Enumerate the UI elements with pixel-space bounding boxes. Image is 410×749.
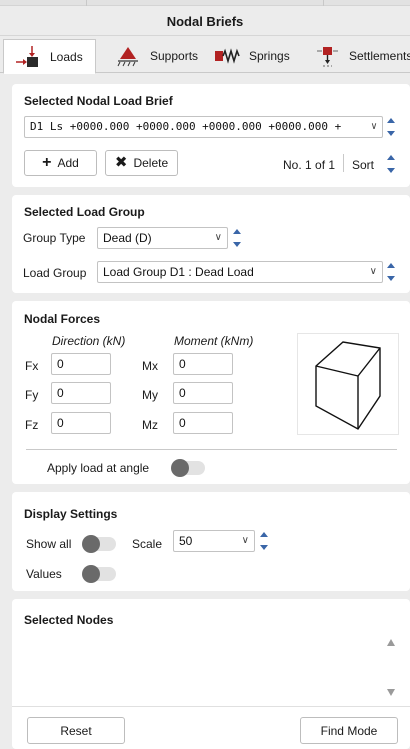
nodal-load-brief-value: D1 Ls +0000.000 +0000.000 +0000.000 +000… bbox=[30, 120, 342, 133]
tab-springs-label: Springs bbox=[249, 49, 290, 63]
add-button-label: Add bbox=[57, 156, 79, 170]
scale-value: 50 bbox=[179, 534, 193, 548]
mx-input[interactable]: 0 bbox=[173, 353, 233, 375]
fy-input[interactable]: 0 bbox=[51, 382, 111, 404]
cube-preview bbox=[297, 333, 399, 435]
values-label: Values bbox=[26, 567, 62, 581]
scale-label: Scale bbox=[132, 537, 163, 551]
find-mode-button[interactable]: Find Mode bbox=[300, 717, 398, 744]
my-value: 0 bbox=[179, 386, 186, 400]
mx-value: 0 bbox=[179, 357, 186, 371]
tab-supports-label: Supports bbox=[150, 49, 199, 63]
support-triangle-icon bbox=[114, 44, 142, 68]
mz-label: Mz bbox=[142, 418, 158, 432]
add-button[interactable]: + Add bbox=[24, 150, 97, 176]
load-group-title: Selected Load Group bbox=[24, 205, 145, 219]
chevron-down-icon: ∨ bbox=[367, 117, 377, 137]
display-settings-panel: Display Settings Show all Scale 50 ∨ Val… bbox=[12, 492, 410, 591]
load-group-label: Load Group bbox=[23, 266, 87, 280]
nodal-load-brief-spinner[interactable] bbox=[386, 116, 396, 138]
load-arrow-icon bbox=[14, 45, 42, 69]
reset-button[interactable]: Reset bbox=[27, 717, 125, 744]
nodal-load-brief-select[interactable]: D1 Ls +0000.000 +0000.000 +0000.000 +000… bbox=[24, 116, 383, 138]
close-icon: ✖ bbox=[114, 154, 128, 171]
chevron-down-icon: ∨ bbox=[241, 535, 249, 546]
scroll-up-arrow-icon[interactable] bbox=[387, 639, 395, 646]
group-type-spinner[interactable] bbox=[232, 227, 242, 249]
nodal-forces-title: Nodal Forces bbox=[24, 312, 101, 326]
delete-button[interactable]: ✖ Delete bbox=[105, 150, 178, 176]
selected-nodes-panel: Selected Nodes Reset Find Mode bbox=[12, 599, 410, 749]
sort-spinner[interactable] bbox=[386, 153, 396, 175]
show-all-toggle[interactable] bbox=[82, 535, 116, 553]
fz-value: 0 bbox=[57, 416, 64, 430]
show-all-label: Show all bbox=[26, 537, 72, 551]
tab-bar: Loads Supports Springs Settlements bbox=[0, 37, 410, 74]
window-title: Nodal Briefs bbox=[0, 6, 410, 36]
tab-supports[interactable]: Supports bbox=[104, 39, 202, 73]
values-toggle[interactable] bbox=[82, 565, 116, 583]
fx-label: Fx bbox=[25, 359, 39, 373]
load-group-value: Load Group D1 : Dead Load bbox=[103, 265, 254, 279]
load-group-select[interactable]: Load Group D1 : Dead Load ∨ bbox=[97, 261, 383, 283]
fy-label: Fy bbox=[25, 388, 39, 402]
chevron-down-icon: ∨ bbox=[369, 266, 377, 277]
scroll-down-arrow-icon[interactable] bbox=[387, 689, 395, 696]
fz-input[interactable]: 0 bbox=[51, 412, 111, 434]
scale-select[interactable]: 50 ∨ bbox=[173, 530, 255, 552]
group-type-label: Group Type bbox=[23, 231, 86, 245]
mz-input[interactable]: 0 bbox=[173, 412, 233, 434]
spring-icon bbox=[213, 44, 241, 68]
moment-header: Moment (kNm) bbox=[174, 334, 254, 348]
delete-button-label: Delete bbox=[133, 156, 169, 170]
chevron-down-icon: ∨ bbox=[214, 232, 222, 243]
apply-angle-label: Apply load at angle bbox=[47, 461, 150, 475]
settlement-icon bbox=[313, 44, 341, 68]
display-settings-title: Display Settings bbox=[24, 507, 118, 521]
scale-spinner[interactable] bbox=[259, 530, 269, 552]
fy-value: 0 bbox=[57, 386, 64, 400]
my-label: My bbox=[142, 388, 158, 402]
list-scrollbar[interactable] bbox=[384, 633, 398, 701]
load-group-spinner[interactable] bbox=[386, 261, 396, 283]
load-group-panel: Selected Load Group Group Type Dead (D) … bbox=[12, 195, 410, 293]
mx-label: Mx bbox=[142, 359, 158, 373]
nodal-load-brief-title: Selected Nodal Load Brief bbox=[24, 94, 173, 108]
nodal-forces-panel: Nodal Forces Direction (kN) Moment (kNm)… bbox=[12, 301, 410, 484]
page-indicator: No. 1 of 1 bbox=[283, 158, 336, 172]
apply-angle-toggle[interactable] bbox=[171, 459, 205, 477]
group-type-value: Dead (D) bbox=[103, 231, 152, 245]
direction-header: Direction (kN) bbox=[52, 334, 126, 348]
tab-loads-label: Loads bbox=[50, 49, 83, 64]
plus-icon: + bbox=[42, 154, 52, 171]
tab-springs[interactable]: Springs bbox=[203, 39, 299, 73]
tab-settlements-label: Settlements bbox=[349, 49, 410, 63]
nodal-load-brief-panel: Selected Nodal Load Brief D1 Ls +0000.00… bbox=[12, 84, 410, 187]
tab-settlements[interactable]: Settlements bbox=[303, 39, 410, 73]
selected-nodes-list[interactable] bbox=[24, 633, 384, 703]
fx-value: 0 bbox=[57, 357, 64, 371]
tab-loads[interactable]: Loads bbox=[3, 39, 96, 74]
sort-label[interactable]: Sort bbox=[352, 158, 374, 172]
my-input[interactable]: 0 bbox=[173, 382, 233, 404]
cube-icon bbox=[315, 341, 381, 430]
selected-nodes-title: Selected Nodes bbox=[24, 613, 114, 627]
fz-label: Fz bbox=[25, 418, 39, 432]
mz-value: 0 bbox=[179, 416, 186, 430]
find-mode-button-label: Find Mode bbox=[320, 723, 378, 738]
group-type-select[interactable]: Dead (D) ∨ bbox=[97, 227, 228, 249]
fx-input[interactable]: 0 bbox=[51, 353, 111, 375]
reset-button-label: Reset bbox=[60, 723, 92, 738]
